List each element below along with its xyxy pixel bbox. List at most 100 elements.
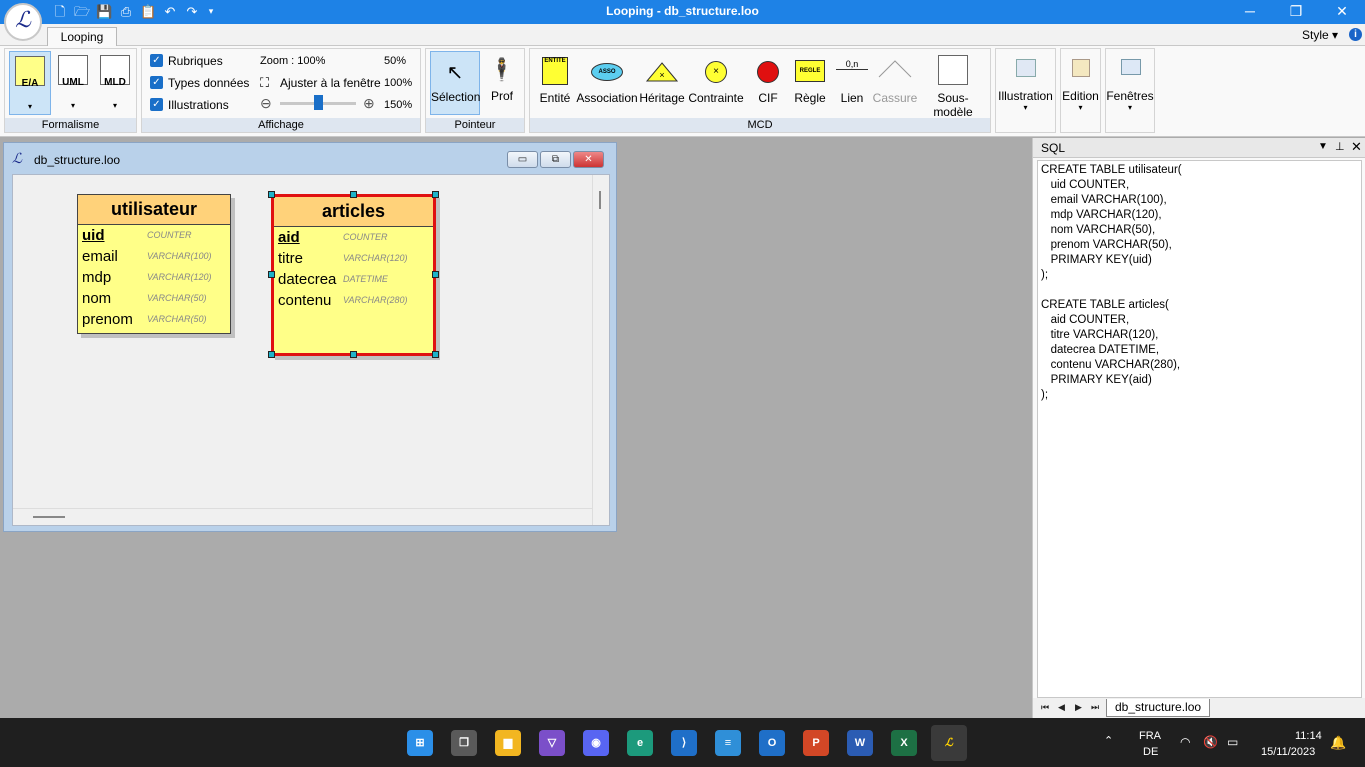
rubriques-checkbox[interactable]: ✓	[150, 54, 163, 67]
horizontal-scrollbar[interactable]	[13, 508, 592, 525]
vertical-scrollbar-thumb[interactable]	[599, 191, 601, 209]
resize-handle[interactable]	[268, 271, 275, 278]
last-tab-icon[interactable]: ⏭	[1091, 702, 1099, 713]
zoom-label: Zoom : 100%	[260, 55, 326, 67]
types-donnees-checkbox[interactable]: ✓	[150, 76, 163, 89]
help-icon[interactable]: i	[1349, 28, 1362, 41]
panel-close-icon[interactable]: ✕	[1351, 139, 1362, 155]
edition-button[interactable]: Edition ▾	[1060, 48, 1101, 133]
start-icon[interactable]: ⊞	[407, 730, 433, 756]
entity-utilisateur[interactable]: utilisateur uid COUNTER email VARCHAR(100)…	[77, 194, 231, 334]
resize-handle[interactable]	[268, 191, 275, 198]
next-tab-icon[interactable]: ▶	[1075, 702, 1082, 713]
app-title: Looping - db_structure.loo	[606, 4, 759, 18]
resize-handle[interactable]	[350, 351, 357, 358]
word-icon[interactable]: W	[847, 730, 873, 756]
resize-handle[interactable]	[350, 191, 357, 198]
zoom-50-button[interactable]: 50%	[384, 55, 406, 67]
field-name: mdp	[82, 269, 112, 286]
illustrations-checkbox[interactable]: ✓	[150, 98, 163, 111]
document-close-button[interactable]: ✕	[573, 151, 604, 168]
formalisme-mld-button[interactable]: MLD ▾	[95, 51, 135, 115]
maximize-button[interactable]: ❐	[1273, 0, 1319, 24]
document-minimize-button[interactable]: ▭	[507, 151, 538, 168]
prev-tab-icon[interactable]: ◀	[1058, 702, 1065, 713]
input-language[interactable]: FRA	[1139, 730, 1161, 742]
notepad-icon[interactable]: ≡	[715, 730, 741, 756]
clock-date[interactable]: 15/11/2023	[1261, 746, 1315, 758]
notification-bell-icon[interactable]: 🔔	[1330, 735, 1346, 751]
fit-window-icon[interactable]: ⛶	[260, 75, 269, 91]
vscode-icon[interactable]: ⟩	[671, 730, 697, 756]
zoom-100-button[interactable]: 100%	[384, 77, 412, 89]
zoom-out-icon[interactable]: ⊖	[260, 95, 272, 112]
edge-icon[interactable]: e	[627, 730, 653, 756]
entite-button[interactable]: ENTITE Entité	[534, 51, 576, 115]
file-explorer-icon[interactable]: ▆	[495, 730, 521, 756]
pin-icon[interactable]: ⊥	[1335, 140, 1345, 153]
association-tool-icon: ASSO	[591, 63, 623, 81]
horizontal-scrollbar-thumb[interactable]	[33, 516, 65, 518]
edition-label: Edition	[1062, 89, 1099, 103]
formalisme-uml-button[interactable]: UML ▾	[53, 51, 93, 115]
association-button[interactable]: ASSO Association	[576, 51, 638, 115]
cassure-button[interactable]: Cassure	[872, 51, 918, 115]
vertical-scrollbar[interactable]	[592, 175, 609, 525]
fit-window-button[interactable]: Ajuster à la fenêtre	[280, 76, 381, 90]
heritage-button[interactable]: × Héritage	[638, 51, 686, 115]
sql-document-tab[interactable]: db_structure.loo	[1106, 699, 1211, 717]
group-affichage: ✓ Rubriques ✓ Types données ✓ Illustrati…	[141, 48, 421, 133]
vpn-app-icon[interactable]: ▽	[539, 730, 565, 756]
fenetres-button[interactable]: Fenêtres ▾	[1105, 48, 1155, 133]
outlook-icon[interactable]: O	[759, 730, 785, 756]
illustration-icon	[1016, 59, 1036, 77]
resize-handle[interactable]	[268, 351, 275, 358]
contrainte-button[interactable]: × Contrainte	[686, 51, 746, 115]
ea-label: E/A	[21, 78, 39, 89]
tray-overflow-icon[interactable]: ⌃	[1104, 734, 1113, 747]
ea-dropdown-icon: ▾	[27, 102, 32, 111]
excel-icon[interactable]: X	[891, 730, 917, 756]
tab-looping[interactable]: Looping	[47, 27, 117, 47]
sous-modele-button[interactable]: Sous-modèle	[918, 51, 988, 119]
app-logo[interactable]: ℒ	[4, 3, 42, 41]
cassure-label: Cassure	[872, 91, 918, 105]
entity-articles[interactable]: articles aid COUNTER titre VARCHAR(120) da…	[271, 194, 436, 356]
sql-code[interactable]: CREATE TABLE utilisateur( uid COUNTER, e…	[1041, 163, 1182, 403]
sql-panel-header: SQL ▼ ⊥ ✕	[1033, 138, 1365, 158]
looping-taskbar-icon[interactable]: ℒ	[931, 725, 967, 761]
field-name: aid	[278, 229, 300, 246]
zoom-150-button[interactable]: 150%	[384, 99, 412, 111]
first-tab-icon[interactable]: ⏮	[1041, 702, 1049, 713]
resize-handle[interactable]	[432, 271, 439, 278]
style-menu[interactable]: Style ▾	[1302, 28, 1338, 42]
keyboard-layout[interactable]: DE	[1143, 746, 1158, 758]
illustration-button[interactable]: Illustration ▾	[995, 48, 1056, 133]
clock-time[interactable]: 11:14	[1295, 730, 1322, 742]
lien-button[interactable]: 0,n Lien	[832, 51, 872, 115]
formalisme-ea-button[interactable]: E/A ▾	[9, 51, 51, 115]
regle-button[interactable]: REGLE Règle	[788, 51, 832, 115]
discord-icon[interactable]: ◉	[583, 730, 609, 756]
sql-editor[interactable]: CREATE TABLE utilisateur( uid COUNTER, e…	[1037, 160, 1362, 698]
document-restore-button[interactable]: ⧉	[540, 151, 571, 168]
resize-handle[interactable]	[432, 351, 439, 358]
powerpoint-icon[interactable]: P	[803, 730, 829, 756]
minimize-button[interactable]: ─	[1227, 0, 1273, 24]
volume-muted-icon[interactable]: 🔇	[1203, 735, 1218, 749]
task-view-icon[interactable]: ❐	[451, 730, 477, 756]
document-window[interactable]: ℒ db_structure.loo ▭ ⧉ ✕ utilisateur uid…	[3, 142, 617, 532]
zoom-slider-thumb[interactable]	[314, 95, 323, 110]
close-button[interactable]: ✕	[1319, 0, 1365, 24]
battery-icon[interactable]: ▭	[1227, 735, 1238, 749]
panel-dropdown-icon[interactable]: ▼	[1318, 141, 1328, 152]
prof-button[interactable]: 🕴 Prof	[482, 51, 522, 115]
selection-button[interactable]: ↖ Sélection	[430, 51, 480, 115]
illustration-label: Illustration	[998, 89, 1053, 103]
cif-button[interactable]: CIF	[748, 51, 788, 115]
types-donnees-label: Types données	[168, 76, 250, 90]
resize-handle[interactable]	[432, 191, 439, 198]
diagram-canvas[interactable]: utilisateur uid COUNTER email VARCHAR(100)…	[12, 174, 610, 526]
wifi-icon[interactable]: ◠	[1180, 735, 1190, 749]
zoom-in-icon[interactable]: ⊕	[363, 95, 375, 112]
